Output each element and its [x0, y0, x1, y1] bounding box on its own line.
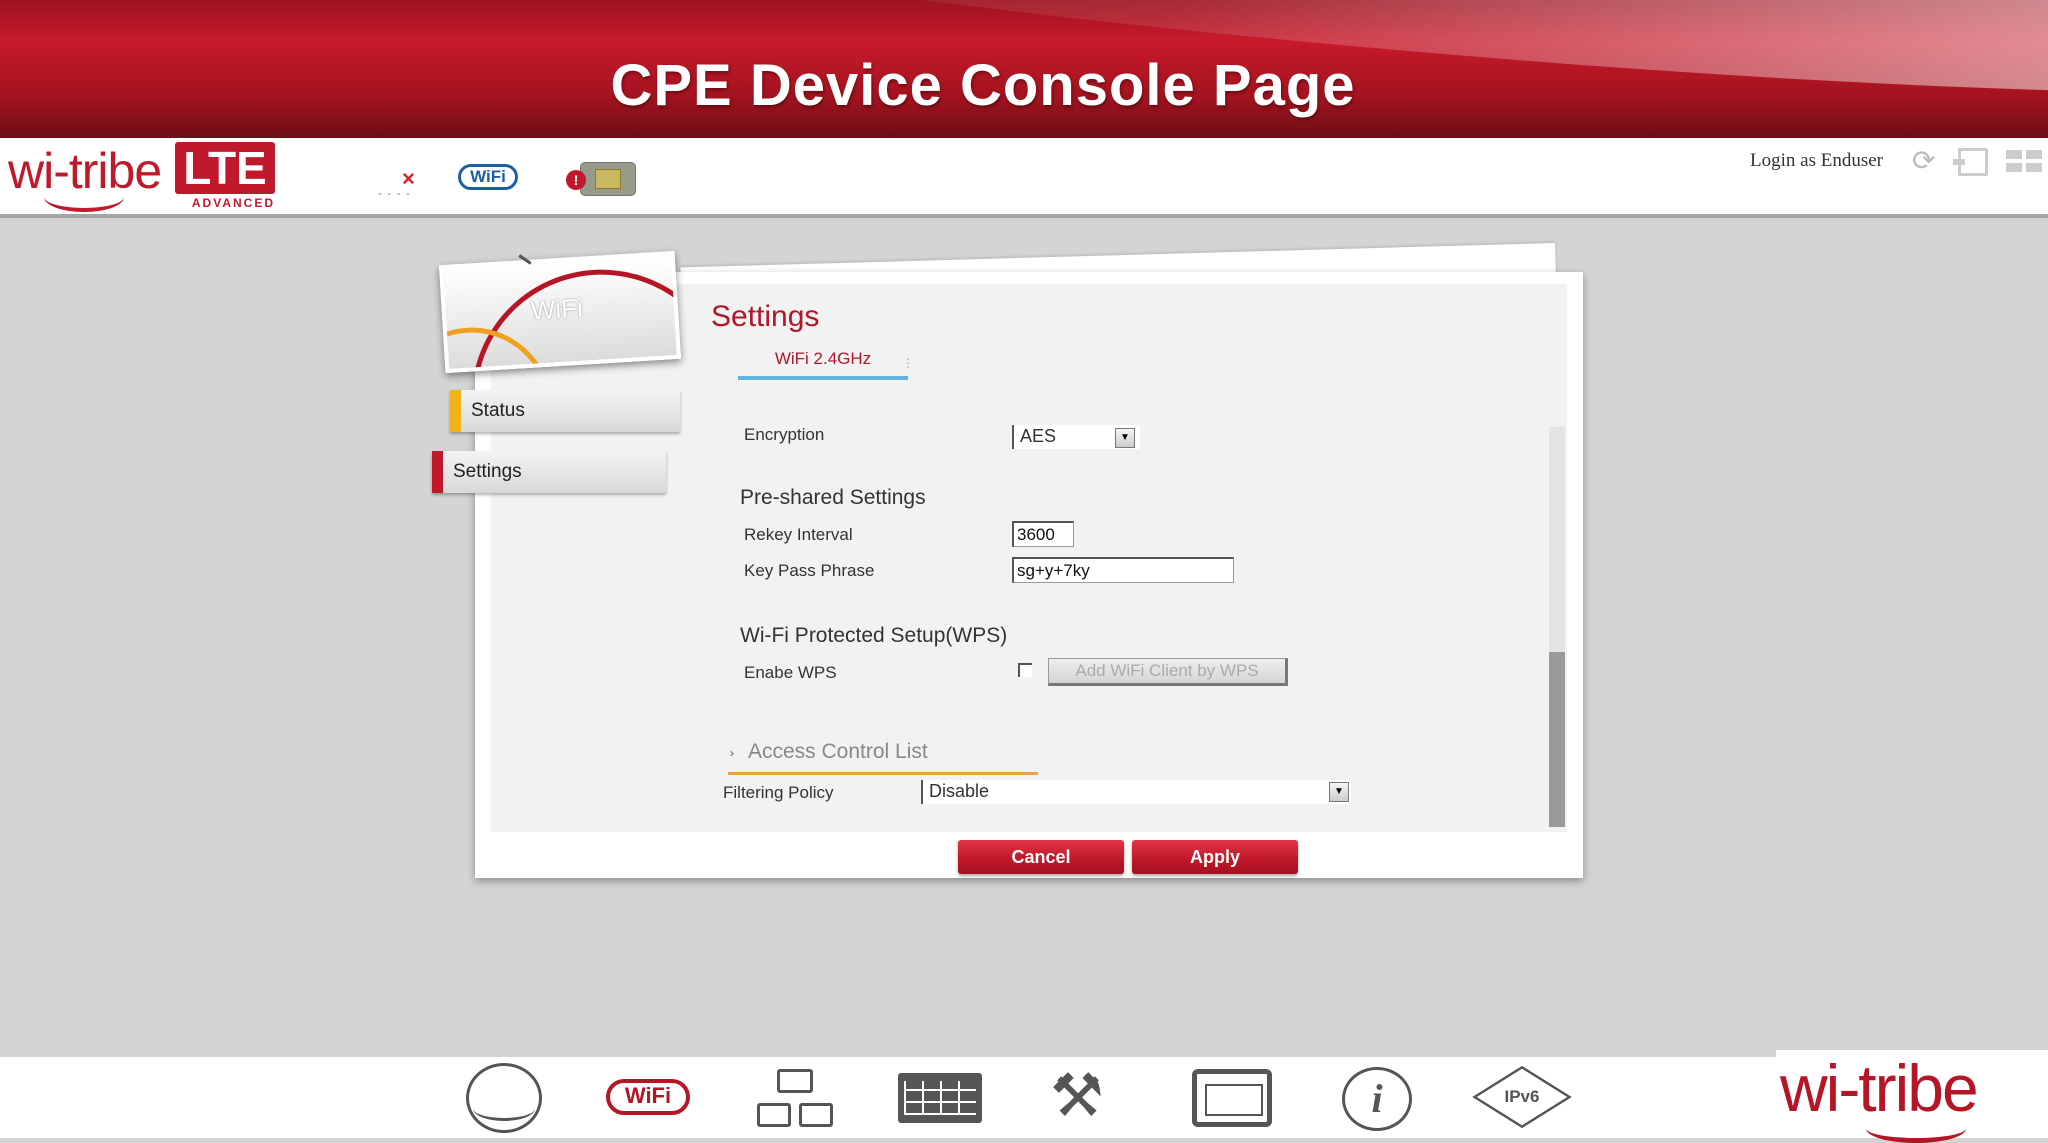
wifi-status-icon: WiFi: [458, 164, 518, 190]
footer-witribe-logo: wi-tribe: [1776, 1050, 2048, 1143]
info-icon[interactable]: i: [1342, 1067, 1412, 1131]
signal-icon: - - - - ×: [378, 166, 415, 200]
sidebar-item-status[interactable]: Status: [450, 390, 680, 432]
logo-swoosh: [44, 182, 124, 212]
tab-wifi-24ghz[interactable]: WiFi 2.4GHz ⋮: [738, 346, 914, 380]
tools-icon[interactable]: ⚒: [1050, 1061, 1116, 1131]
apply-button[interactable]: Apply: [1132, 840, 1298, 874]
enable-wps-label: Enabe WPS: [744, 663, 837, 682]
chevron-right-icon: ›: [730, 746, 734, 760]
ipv6-icon[interactable]: IPv6: [1472, 1065, 1572, 1129]
lte-advanced-label: ADVANCED: [191, 196, 275, 210]
banner-title: CPE Device Console Page: [610, 53, 1356, 118]
network-icon[interactable]: [755, 1063, 835, 1133]
sim-alert-icon: !: [566, 170, 586, 190]
top-banner: CPE Device Console Page: [0, 0, 2048, 138]
internet-globe-icon[interactable]: [466, 1063, 542, 1133]
bottom-nav-bar: WiFi ⚒ i IPv6: [0, 1057, 2048, 1138]
rekey-interval-label: Rekey Interval: [744, 525, 853, 544]
sim-card-icon: !: [566, 162, 636, 196]
add-wps-client-button[interactable]: Add WiFi Client by WPS: [1048, 658, 1288, 686]
sidebar-item-label: Status: [471, 400, 525, 421]
footer-logo-swoosh: [1866, 1114, 1966, 1143]
cancel-button[interactable]: Cancel: [958, 840, 1124, 874]
login-status: Login as Enduser: [1750, 150, 1883, 171]
lte-badge: LTE: [175, 142, 275, 194]
header-bar: wi-tribe LTE ADVANCED - - - - × WiFi ! Lo…: [0, 138, 2048, 218]
filtering-policy-select[interactable]: Disable: [921, 780, 1351, 804]
passphrase-input[interactable]: [1012, 557, 1234, 583]
acl-heading: Access Control List: [748, 740, 928, 763]
encryption-dropdown-arrow-icon[interactable]: ▼: [1115, 428, 1135, 448]
acl-section-header[interactable]: › Access Control List: [728, 738, 1038, 775]
filtering-policy-value: Disable: [929, 781, 990, 801]
encryption-label: Encryption: [744, 425, 825, 444]
filtering-policy-label: Filtering Policy: [723, 783, 834, 802]
preshared-heading: Pre-shared Settings: [740, 486, 926, 509]
statistics-monitor-icon[interactable]: [1192, 1069, 1272, 1127]
menu-grid-icon[interactable]: [2006, 150, 2044, 174]
page-title: Settings: [711, 300, 820, 333]
passphrase-label: Key Pass Phrase: [744, 561, 875, 580]
logout-icon[interactable]: [1953, 148, 1988, 176]
rekey-interval-input[interactable]: [1012, 521, 1074, 547]
sidebar-item-label: Settings: [453, 461, 522, 482]
tab-label: WiFi 2.4GHz: [774, 349, 872, 368]
encryption-value: AES: [1020, 426, 1057, 446]
wifi-card-label: WiFi: [529, 292, 584, 326]
filtering-dropdown-arrow-icon[interactable]: ▼: [1329, 782, 1349, 802]
ipv6-label: IPv6: [1504, 1087, 1540, 1106]
scrollbar-thumb[interactable]: [1549, 652, 1565, 827]
wps-heading: Wi-Fi Protected Setup(WPS): [740, 624, 1008, 647]
sidebar-item-settings[interactable]: Settings: [432, 451, 666, 493]
enable-wps-checkbox[interactable]: [1018, 663, 1032, 677]
firewall-icon[interactable]: [898, 1073, 982, 1123]
wifi-section-card: WiFi: [438, 250, 682, 374]
refresh-icon[interactable]: ⟳: [1912, 147, 1938, 175]
wifi-nav-icon[interactable]: WiFi: [606, 1079, 690, 1115]
